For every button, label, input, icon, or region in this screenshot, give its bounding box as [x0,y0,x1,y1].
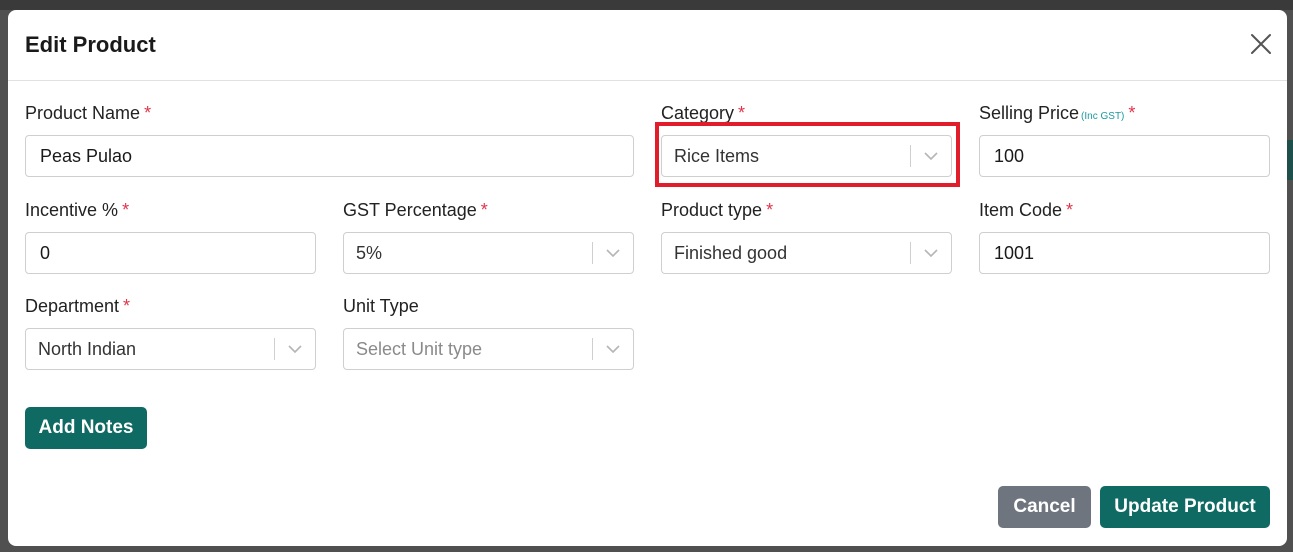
incentive-input[interactable]: 0 [25,232,316,274]
selling-price-input[interactable]: 100 [979,135,1270,177]
required-marker: * [1128,103,1136,123]
select-separator [592,338,593,360]
category-field: Category * Rice Items [661,102,952,177]
required-marker: * [738,103,746,123]
incentive-field: Incentive % * 0 [25,199,316,274]
required-marker: * [766,200,774,220]
cancel-button[interactable]: Cancel [998,486,1091,528]
product-type-select[interactable]: Finished good [661,232,952,274]
selling-price-hint: (Inc GST) [1081,111,1125,122]
department-select[interactable]: North Indian [25,328,316,370]
department-field: Department * North Indian [25,295,316,370]
product-name-input[interactable]: Peas Pulao [25,135,634,177]
chevron-down-icon[interactable] [603,339,623,359]
item-code-label: Item Code [979,200,1063,220]
required-marker: * [480,200,488,220]
product-name-label: Product Name [25,103,141,123]
unit-type-label: Unit Type [343,296,419,316]
category-highlight-box [655,122,960,187]
close-icon[interactable] [1249,32,1273,56]
select-separator [910,242,911,264]
required-marker: * [123,296,131,316]
unit-type-select[interactable]: Select Unit type [343,328,634,370]
gst-percentage-label: GST Percentage [343,200,477,220]
backdrop [0,0,1293,10]
add-notes-button[interactable]: Add Notes [25,407,147,449]
update-product-button[interactable]: Update Product [1100,486,1270,528]
required-marker: * [122,200,130,220]
required-marker: * [144,103,152,123]
selling-price-field: Selling Price (Inc GST) * 100 [979,102,1270,177]
gst-percentage-select[interactable]: 5% [343,232,634,274]
modal-header: Edit Product [8,10,1287,81]
edit-product-modal: Edit Product Product Name * Peas Pulao Ca… [8,10,1287,546]
chevron-down-icon[interactable] [921,243,941,263]
category-label: Category [661,103,735,123]
unit-type-field: Unit Type Select Unit type [343,295,634,370]
chevron-down-icon[interactable] [603,243,623,263]
modal-title: Edit Product [25,32,156,57]
item-code-input[interactable]: 1001 [979,232,1270,274]
product-name-field: Product Name * Peas Pulao [25,102,634,177]
required-marker: * [1066,200,1074,220]
backdrop-side [1287,140,1293,180]
product-type-label: Product type [661,200,763,220]
selling-price-label: Selling Price [979,103,1080,123]
department-label: Department [25,296,120,316]
select-separator [274,338,275,360]
product-type-field: Product type * Finished good [661,199,952,274]
item-code-field: Item Code * 1001 [979,199,1270,274]
chevron-down-icon[interactable] [285,339,305,359]
incentive-label: Incentive % [25,200,119,220]
select-separator [592,242,593,264]
gst-percentage-field: GST Percentage * 5% [343,199,634,274]
